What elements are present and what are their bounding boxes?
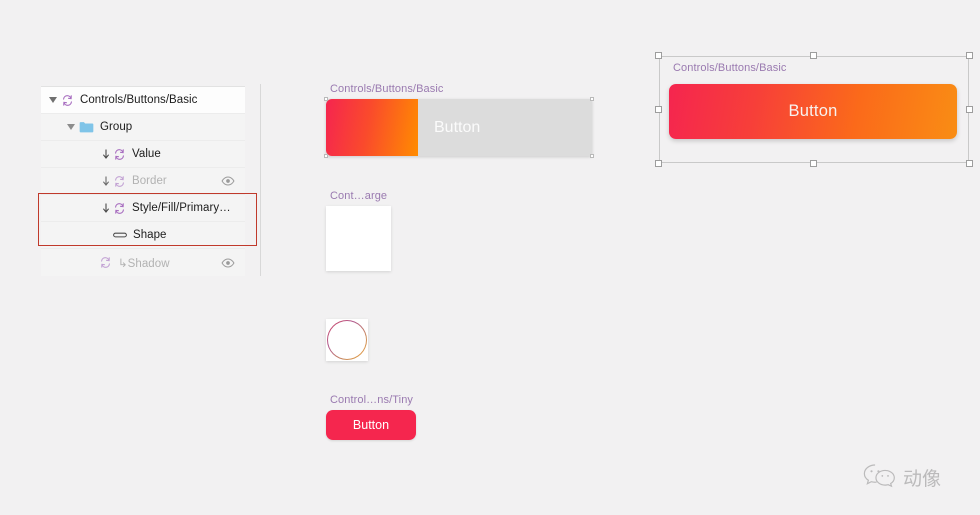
panel-divider: [260, 84, 261, 276]
disclosure-triangle-icon[interactable]: [45, 97, 61, 103]
circle-swatch-preview[interactable]: [326, 319, 368, 361]
selection-handle-bl[interactable]: [655, 160, 662, 167]
symbol-icon: [113, 175, 126, 188]
layer-row-shape[interactable]: Shape: [41, 222, 245, 249]
layer-row-style-fill-primary[interactable]: Style/Fill/Primary…: [41, 195, 245, 222]
symbol-icon: [61, 94, 74, 107]
artboard-label-control-ns-tiny: Control…ns/Tiny: [330, 394, 414, 406]
selection-handle-tr[interactable]: [966, 52, 973, 59]
tiny-button-label: Button: [352, 418, 390, 432]
override-arrow-icon: [101, 175, 111, 187]
symbol-icon: [113, 202, 126, 215]
selection-handle-br[interactable]: [966, 160, 973, 167]
composite-button-label: Button: [434, 118, 481, 136]
selection-frame: Controls/Buttons/Basic Button: [655, 52, 973, 167]
override-arrow-icon: [101, 202, 111, 214]
layer-label: Value: [132, 148, 161, 160]
layer-label: Style/Fill/Primary…: [132, 202, 231, 214]
selection-handle-tl[interactable]: [655, 52, 662, 59]
resize-handle-bl[interactable]: [324, 154, 328, 158]
folder-icon: [79, 121, 94, 133]
resize-handle-br[interactable]: [590, 154, 594, 158]
symbol-icon: [99, 256, 112, 269]
selected-button-label: Button: [788, 102, 838, 120]
tiny-button-preview[interactable]: Button: [326, 410, 416, 440]
resize-handle-tl[interactable]: [324, 97, 328, 101]
disclosure-triangle-icon[interactable]: [63, 124, 79, 130]
selection-handle-ml[interactable]: [655, 106, 662, 113]
layer-label: Controls/Buttons/Basic: [80, 94, 198, 106]
artboard-label-controls-buttons-basic: Controls/Buttons/Basic: [330, 83, 444, 95]
selection-handle-mr[interactable]: [966, 106, 973, 113]
gradient-ring-icon: [327, 320, 367, 360]
white-square-preview[interactable]: [326, 206, 391, 271]
selection-handle-tc[interactable]: [810, 52, 817, 59]
gradient-fill-region: [326, 99, 418, 156]
visibility-eye-icon[interactable]: [221, 256, 235, 270]
watermark-text: 动像: [903, 468, 942, 490]
composite-button-preview[interactable]: Button: [324, 97, 594, 158]
layer-label: Group: [100, 121, 133, 133]
symbol-icon: [113, 148, 126, 161]
override-arrow-icon: [101, 148, 111, 160]
layer-row-group[interactable]: Group: [41, 114, 245, 141]
watermark: 动像: [862, 462, 941, 493]
layer-list-panel: Controls/Buttons/Basic Group Value Borde…: [41, 86, 245, 276]
layer-row-controls-buttons-basic[interactable]: Controls/Buttons/Basic: [41, 87, 245, 114]
selection-handle-bc[interactable]: [810, 160, 817, 167]
rounded-rect-icon: [113, 231, 127, 239]
app-root: Controls/Buttons/Basic Group Value Borde…: [0, 0, 980, 515]
layer-row-border[interactable]: Border: [41, 168, 245, 195]
visibility-eye-icon[interactable]: [221, 174, 235, 188]
resize-handle-tr[interactable]: [590, 97, 594, 101]
layer-label: Border: [132, 175, 167, 187]
artboard-label-cont-arge: Cont…arge: [330, 190, 388, 202]
artboard-label-controls-buttons-basic-selected: Controls/Buttons/Basic: [673, 62, 787, 74]
selected-button-preview[interactable]: Button: [669, 84, 957, 139]
layer-label: ↳Shadow: [118, 257, 170, 270]
wechat-icon: [862, 462, 896, 493]
layer-row-shadow[interactable]: ↳Shadow: [41, 249, 245, 276]
layer-label: Shape: [133, 229, 167, 241]
layer-row-value[interactable]: Value: [41, 141, 245, 168]
